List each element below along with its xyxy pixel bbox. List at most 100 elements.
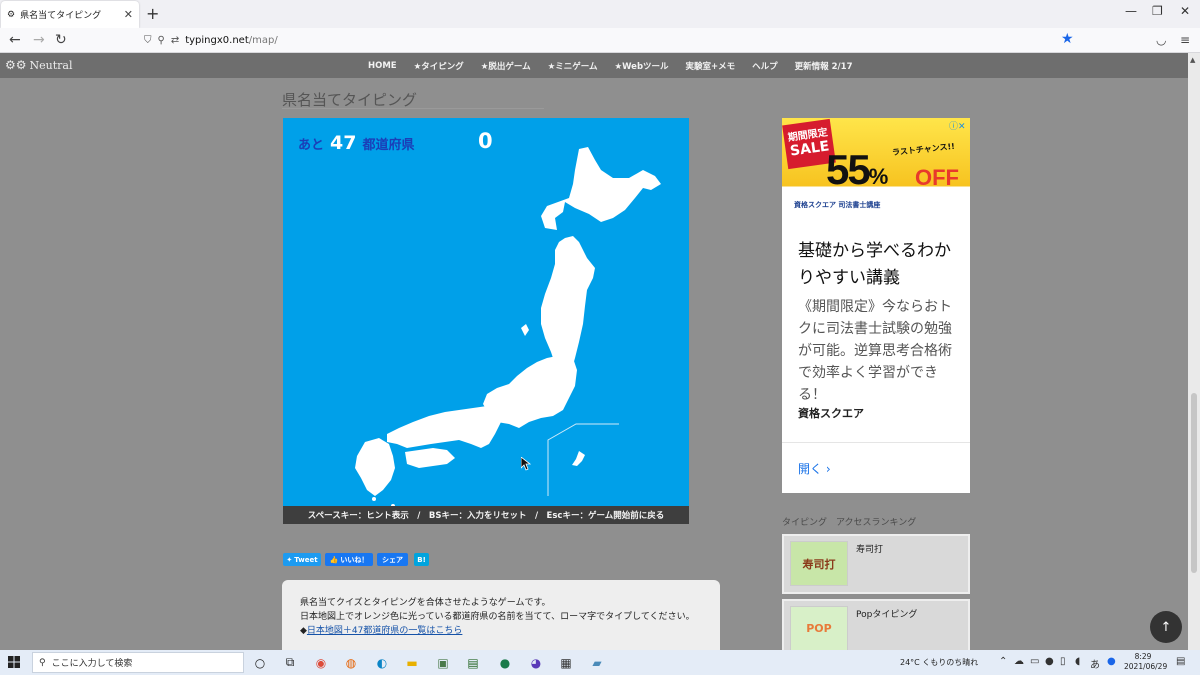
task-view-icon[interactable]: ⧉ (281, 654, 299, 671)
calculator-icon[interactable]: ▦ (557, 654, 575, 671)
ad-banner[interactable]: 期間限定 SALE ラストチャンス!! 55% OFF 資格スクエア 司法書士講… (782, 118, 970, 216)
nav-home[interactable]: HOME (368, 61, 397, 71)
game-help-text: スペースキー：ヒント表示 / BSキー：入力をリセット / Escキー：ゲーム開… (307, 511, 665, 521)
tray-app-icon[interactable]: ▭ (1030, 656, 1039, 667)
discount-number: 55% (826, 146, 888, 193)
ranking-item-name[interactable]: 寿司打 (856, 542, 883, 555)
connection-icon[interactable]: ⇄ (171, 35, 179, 46)
spreadsheet-icon[interactable]: ▤ (464, 654, 482, 671)
remaining-prefix: あと (298, 138, 325, 153)
shield-icon[interactable]: ⛉ (144, 35, 152, 46)
ad-panel[interactable]: 期間限定 SALE ラストチャンス!! 55% OFF 資格スクエア 司法書士講… (782, 118, 970, 493)
taskbar-clock[interactable]: 8:29 2021/06/29 (1124, 652, 1167, 672)
menu-icon[interactable]: ≡ (1180, 33, 1190, 47)
site-favicon-icon: ⚙ (7, 9, 16, 20)
ad-body: 《期間限定》今ならおトクに司法書士試験の勉強が可能。逆算思考合格術で効率よく学習… (798, 299, 952, 403)
page-title: 県名当てタイピング (282, 91, 418, 109)
sushida-thumbnail[interactable]: 寿司打 (790, 541, 848, 586)
ad-provider: 資格スクエア 司法書士講座 (794, 201, 881, 209)
description-line: 県名当てクイズとタイピングを合体させたようなゲームです。 (300, 598, 551, 608)
ad-choices-icon[interactable]: ⓘ✕ (949, 119, 966, 132)
tray-chevron-icon[interactable]: ⌃ (999, 656, 1007, 667)
app-icon[interactable]: ▣ (434, 654, 452, 671)
search-placeholder: ここに入力して検索 (51, 659, 133, 669)
firefox-icon[interactable]: ◍ (342, 654, 360, 671)
close-tab-icon[interactable]: ✕ (124, 8, 133, 21)
paint-app-icon[interactable]: ▰ (588, 654, 606, 671)
scrollbar-thumb[interactable] (1191, 393, 1197, 573)
remaining-counter: あと 47 都道府県 (298, 132, 414, 154)
globe-app-icon[interactable]: ● (496, 654, 514, 671)
clock-time: 8:29 (1134, 652, 1152, 661)
close-window-icon[interactable]: ✕ (1180, 4, 1190, 18)
windows-start-icon[interactable] (8, 656, 20, 668)
weather-widget[interactable]: 24°C くもりのち晴れ (900, 657, 978, 668)
main-nav: HOME ★タイピング ★脱出ゲーム ★ミニゲーム ★Webツール 実験室+メモ… (368, 53, 852, 78)
forward-icon[interactable]: → (33, 32, 45, 48)
nav-mini-game[interactable]: ★ミニゲーム (548, 60, 598, 72)
ad-advertiser: 資格スクエア (798, 407, 864, 420)
chat-app-icon[interactable]: ◕ (527, 654, 545, 671)
nav-updates[interactable]: 更新情報 2/17 (795, 60, 853, 72)
notification-icon[interactable]: ▤ (1176, 656, 1185, 667)
title-underline (282, 108, 544, 109)
game-canvas[interactable]: あと 47 都道府県 0 (283, 118, 689, 506)
ranking-item[interactable]: 寿司打 寿司打 (782, 534, 970, 594)
pop-typing-thumbnail[interactable]: POP (790, 606, 848, 651)
restore-icon[interactable]: ❐ (1152, 4, 1163, 18)
new-tab-icon[interactable]: + (146, 4, 159, 23)
scroll-up-icon[interactable]: ▲ (1190, 56, 1195, 64)
nav-typing[interactable]: ★タイピング (414, 60, 464, 72)
ad-open-button[interactable]: 開く › (798, 460, 831, 477)
game-description: 県名当てクイズとタイピングを合体させたようなゲームです。 日本地図上でオレンジ色… (282, 580, 720, 660)
off-label: OFF (915, 165, 959, 190)
browser-toolbar: ← → ↻ ⛉ ⚲ ⇄ typingx0.net /map/ ★ ◡ ≡ (0, 28, 1200, 53)
site-header: ⚙⚙ Neutral HOME ★タイピング ★脱出ゲーム ★ミニゲーム ★We… (0, 53, 1188, 78)
okinawa-inset (547, 423, 619, 496)
microphone-icon[interactable]: ● (1045, 656, 1054, 667)
share-button[interactable]: シェア (377, 553, 408, 566)
cortana-icon[interactable]: ○ (251, 654, 269, 671)
address-bar[interactable]: ⛉ ⚲ ⇄ typingx0.net /map/ (144, 31, 1084, 50)
minimize-icon[interactable]: — (1125, 4, 1137, 18)
bookmark-star-icon[interactable]: ★ (1061, 31, 1074, 47)
nav-help[interactable]: ヘルプ (752, 60, 778, 72)
map-sado (521, 324, 529, 336)
tweet-button[interactable]: ✦ Tweet (283, 553, 321, 566)
ad-divider (782, 442, 970, 443)
hatena-bookmark-button[interactable]: B! (414, 553, 429, 566)
url-path: /map/ (248, 35, 278, 46)
map-hokkaido (541, 147, 661, 230)
file-explorer-icon[interactable]: ▬ (403, 654, 421, 671)
browser-tabstrip: ⚙ 県名当てタイピング ✕ + — ❐ ✕ (0, 0, 1200, 28)
back-icon[interactable]: ← (9, 32, 21, 48)
link-bullet: ◆ (300, 626, 307, 636)
onedrive-icon[interactable]: ☁ (1014, 656, 1024, 667)
page-scrollbar[interactable]: ▲ (1188, 53, 1200, 650)
score: 0 (478, 129, 493, 153)
back-to-top-button[interactable]: ↑ (1150, 611, 1182, 643)
map-kyushu (355, 438, 395, 496)
volume-icon[interactable]: ◖ (1075, 656, 1080, 667)
site-logo[interactable]: ⚙⚙ Neutral (5, 58, 73, 72)
url-host: typingx0.net (185, 35, 249, 46)
nav-lab-memo[interactable]: 実験室+メモ (686, 60, 736, 72)
cloud-sync-icon[interactable]: ● (1107, 656, 1116, 667)
pocket-icon[interactable]: ◡ (1156, 33, 1166, 47)
ad-headline[interactable]: 基礎から学べるわかりやすい講義 (798, 238, 958, 292)
network-icon[interactable]: ▯ (1060, 656, 1066, 667)
nav-escape-game[interactable]: ★脱出ゲーム (481, 60, 531, 72)
browser-tab[interactable]: ⚙ 県名当てタイピング ✕ (1, 1, 139, 28)
reload-icon[interactable]: ↻ (55, 32, 67, 48)
prefecture-list-link[interactable]: 日本地図＋47都道府県の一覧はこちら (307, 626, 462, 636)
nav-web-tools[interactable]: ★Webツール (614, 60, 668, 72)
ranking-heading: タイピング アクセスランキング (782, 518, 917, 528)
chrome-icon[interactable]: ◉ (312, 654, 330, 671)
gear-icon: ⚙⚙ (5, 58, 27, 72)
edge-icon[interactable]: ◐ (373, 654, 391, 671)
permissions-icon[interactable]: ⚲ (158, 35, 165, 46)
ime-icon[interactable]: あ (1090, 656, 1100, 671)
ranking-item-name[interactable]: Popタイピング (856, 607, 917, 620)
taskbar-search-box[interactable]: ⚲ ここに入力して検索 (32, 652, 244, 673)
like-button[interactable]: 👍 いいね！ (325, 553, 373, 566)
